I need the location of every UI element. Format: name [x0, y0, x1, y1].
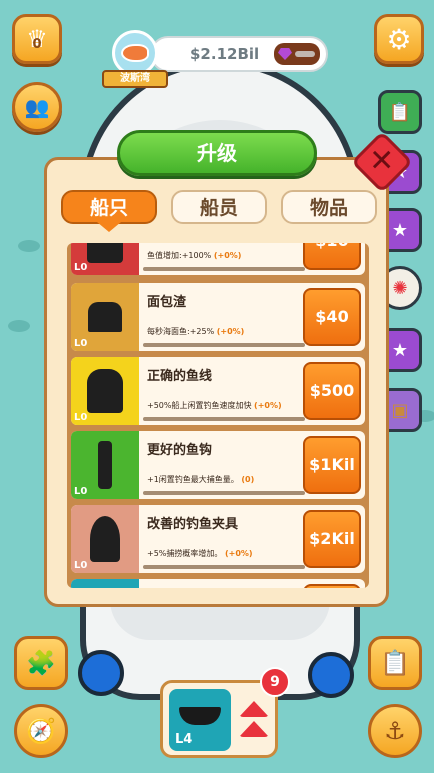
panel-title: 升级 — [117, 130, 317, 176]
team-button[interactable]: 👥 — [12, 82, 62, 132]
left-fishing-reel[interactable] — [78, 650, 124, 696]
crown-count: 0 — [32, 37, 42, 52]
item-level: L0 — [74, 338, 88, 349]
tab-boats[interactable]: 船只 — [61, 190, 157, 224]
item-silhouette — [87, 243, 123, 263]
notification-badge: 9 — [260, 667, 290, 697]
buy-button[interactable]: $40 — [303, 288, 361, 346]
gem-bar — [295, 51, 315, 57]
item-progress — [143, 565, 305, 569]
upgrade-arrow-icon — [239, 721, 269, 737]
item-name: 改善的钓鱼夹具 — [147, 517, 239, 532]
item-name: 面包渣 — [147, 295, 187, 310]
book-icon: ★ — [391, 339, 409, 361]
item-progress — [143, 491, 305, 495]
clownfish-icon — [121, 44, 149, 62]
buy-button[interactable]: $1Kil — [303, 436, 361, 494]
compass-icon: 🧭 — [26, 717, 56, 745]
fish-shadow — [18, 240, 40, 252]
ship-icon: L4 — [169, 689, 231, 751]
player-name: 波斯湾 — [102, 70, 168, 88]
money-bar: $2.12Bil — [150, 36, 328, 72]
crate-icon: ▣ — [391, 399, 409, 421]
anchor-icon: ⚓ — [384, 717, 406, 745]
item-progress — [143, 417, 305, 421]
crown-button[interactable]: ♛ 0 — [12, 14, 62, 64]
item-level: L0 — [74, 486, 88, 497]
tab-bar: 船只 船员 物品 — [61, 190, 377, 232]
gear-icon: ⚙ — [386, 22, 412, 56]
settings-button[interactable]: ⚙ — [374, 14, 424, 64]
buy-button[interactable]: $500 — [303, 362, 361, 420]
item-desc: 每秒海面鱼:+25% (+0%) — [147, 327, 245, 336]
list-item: L0 正确的鱼线 +50%船上闲置钓鱼速度加快 (+0%) $500 — [71, 357, 365, 425]
boat-upgrade-card[interactable]: L4 — [160, 680, 278, 758]
item-desc: +1闲置钓鱼最大捕鱼量。 (0) — [147, 475, 255, 484]
upgrade-panel: 船只 船员 物品 L0 鱼值增加:+100% (+0%) $10 L0 面包渣 … — [44, 157, 389, 607]
list-item: L0 改善的钓鱼夹具 +5%捕捞概率增加。 (+0%) $2Kil — [71, 505, 365, 573]
fish-shadow — [8, 320, 30, 332]
star-book-icon: ★ — [391, 219, 409, 241]
buy-button[interactable]: $10 — [303, 243, 361, 270]
list-item: L0 鱼值增加:+100% (+0%) $10 — [71, 243, 365, 275]
tasks-button[interactable]: 📋 — [368, 636, 422, 690]
money-value: $2.12Bil — [190, 45, 260, 63]
tab-crew[interactable]: 船员 — [171, 190, 267, 224]
close-icon: ✕ — [369, 143, 395, 179]
item-level: L0 — [74, 560, 88, 571]
buy-button[interactable]: $2Kil — [303, 510, 361, 568]
item-icon — [71, 579, 139, 588]
tab-pointer — [97, 222, 121, 232]
puzzle-icon: 🧩 — [26, 649, 56, 677]
buy-button[interactable] — [303, 584, 361, 588]
item-desc: +50%船上闲置钓鱼速度加快 (+0%) — [147, 401, 282, 410]
upgrade-list[interactable]: L0 鱼值增加:+100% (+0%) $10 L0 面包渣 每秒海面鱼:+25… — [67, 243, 369, 588]
puzzle-button[interactable]: 🧩 — [14, 636, 68, 690]
team-icon: 👥 — [24, 95, 50, 119]
clipboard-icon: 📋 — [388, 101, 412, 123]
wheel-icon: ✺ — [392, 277, 408, 299]
upgrade-arrow-icon — [239, 701, 269, 717]
item-desc: +5%捕捞概率增加。 (+0%) — [147, 549, 253, 558]
compass-button[interactable]: 🧭 — [14, 704, 68, 758]
item-level: L0 — [74, 412, 88, 423]
tab-items[interactable]: 物品 — [281, 190, 377, 224]
boat-level: L4 — [175, 732, 193, 747]
item-progress — [143, 343, 305, 347]
item-desc: 鱼值增加:+100% (+0%) — [147, 251, 242, 260]
item-progress — [143, 267, 305, 271]
item-name: 正确的鱼线 — [147, 369, 213, 384]
list-item — [71, 579, 365, 588]
list-item: L0 面包渣 每秒海面鱼:+25% (+0%) $40 — [71, 283, 365, 351]
anchor-button[interactable]: ⚓ — [368, 704, 422, 758]
checklist-icon: 📋 — [380, 649, 410, 677]
gem-icon — [278, 48, 292, 60]
clipboard-button[interactable]: 📋 — [378, 90, 422, 134]
right-fishing-reel[interactable] — [308, 652, 354, 698]
gem-button[interactable] — [274, 43, 320, 65]
item-level: L0 — [74, 262, 88, 273]
item-name: 更好的鱼钩 — [147, 443, 213, 458]
list-item: L0 更好的鱼钩 +1闲置钓鱼最大捕鱼量。 (0) $1Kil — [71, 431, 365, 499]
